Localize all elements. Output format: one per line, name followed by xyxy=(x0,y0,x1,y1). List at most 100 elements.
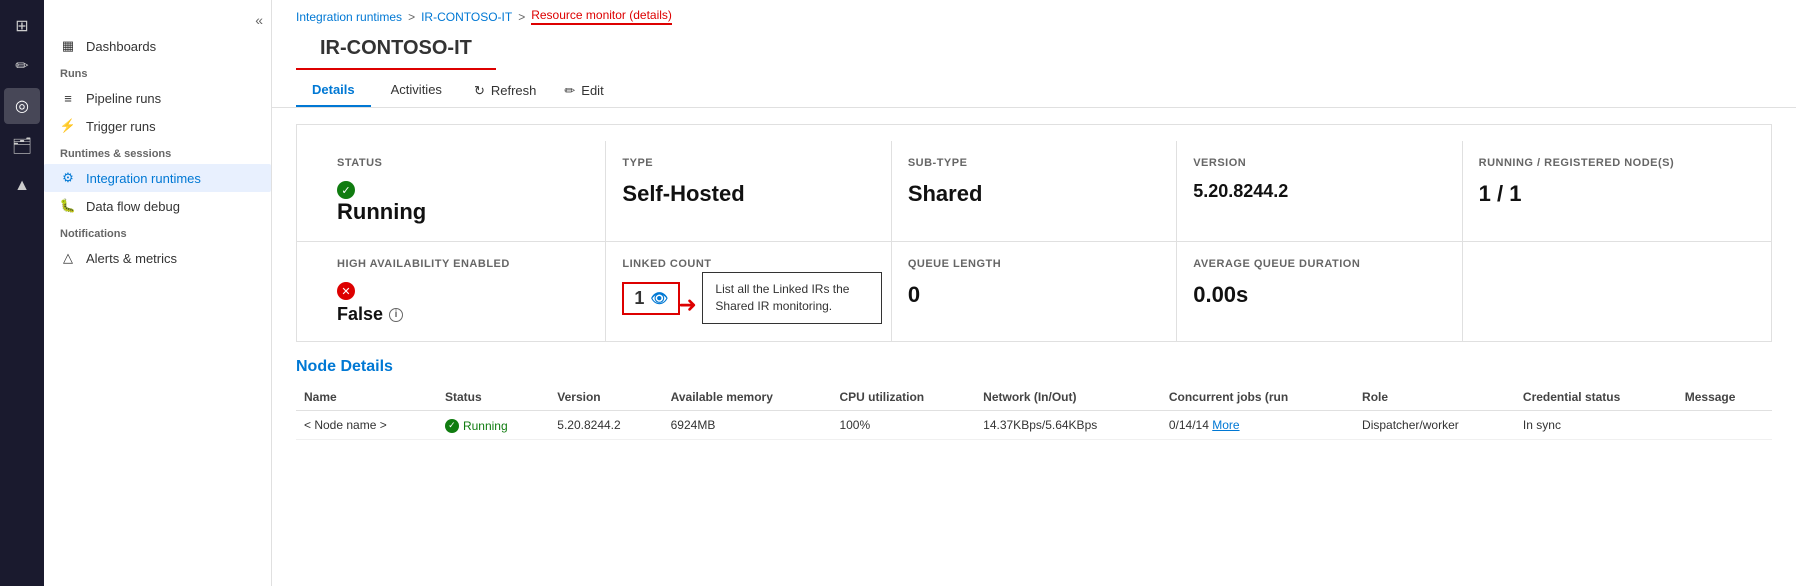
tab-activities[interactable]: Activities xyxy=(375,74,458,107)
col-status: Status xyxy=(437,384,549,411)
runs-section-label: Runs xyxy=(44,60,271,84)
cell-node-credential: In sync xyxy=(1515,411,1677,440)
trigger-runs-label: Trigger runs xyxy=(86,119,156,134)
card-running-label: RUNNING / REGISTERED NODE(S) xyxy=(1479,157,1731,169)
sidebar-item-integration-runtimes[interactable]: ⚙ Integration runtimes xyxy=(44,164,271,192)
main-content: Integration runtimes > IR-CONTOSO-IT > R… xyxy=(272,0,1796,586)
linked-count-value: 1 👁 xyxy=(622,282,680,315)
col-name: Name xyxy=(296,384,437,411)
page-title: IR-CONTOSO-IT xyxy=(296,33,496,70)
cell-node-name: < Node name > xyxy=(296,411,437,440)
dashboards-label: Dashboards xyxy=(86,39,156,54)
notifications-section-label: Notifications xyxy=(44,220,271,244)
card-version-value: 5.20.8244.2 xyxy=(1193,181,1445,202)
tabs-bar: Details Activities ↻ Refresh ✏ Edit xyxy=(272,74,1796,108)
cell-node-network: 14.37KBps/5.64KBps xyxy=(975,411,1161,440)
cards-row-2: HIGH AVAILABILITY ENABLED ✕ False i LINK… xyxy=(296,242,1772,342)
col-role: Role xyxy=(1354,384,1515,411)
data-flow-debug-label: Data flow debug xyxy=(86,199,180,214)
cell-node-concurrent: 0/14/14 More xyxy=(1161,411,1354,440)
status-check-icon: ✓ xyxy=(337,181,355,199)
card-running-registered: RUNNING / REGISTERED NODE(S) 1 / 1 xyxy=(1463,141,1747,241)
card-linked-count: LINKED COUNT 1 👁 ➜ List all the Linked I… xyxy=(606,242,891,341)
tab-details[interactable]: Details xyxy=(296,74,371,107)
card-status: STATUS ✓ Running xyxy=(321,141,606,241)
running-badge: ✓ Running xyxy=(445,419,508,433)
integration-runtimes-label: Integration runtimes xyxy=(86,171,201,186)
manage-icon[interactable]: 🗂 xyxy=(4,128,40,164)
col-network: Network (In/Out) xyxy=(975,384,1161,411)
node-details-table: Name Status Version Available memory CPU… xyxy=(296,384,1772,440)
refresh-button[interactable]: ↻ Refresh xyxy=(462,77,548,105)
card-subtype: SUB-TYPE Shared xyxy=(892,141,1177,241)
node-details-section: Node Details Name Status Version Availab… xyxy=(296,358,1772,440)
sidebar-item-pipeline-runs[interactable]: ≡ Pipeline runs xyxy=(44,84,271,112)
card-type: TYPE Self-Hosted xyxy=(606,141,891,241)
card-version-label: VERSION xyxy=(1193,157,1445,169)
col-credential: Credential status xyxy=(1515,384,1677,411)
sidebar-item-dashboards[interactable]: ▦ Dashboards xyxy=(44,32,271,60)
col-cpu: CPU utilization xyxy=(831,384,975,411)
col-version: Version xyxy=(549,384,662,411)
breadcrumb-sep2: > xyxy=(518,10,525,24)
card-ha-value: False i xyxy=(337,304,589,325)
refresh-label: Refresh xyxy=(491,83,537,98)
card-version: VERSION 5.20.8244.2 xyxy=(1177,141,1462,241)
home-icon[interactable]: ⊞ xyxy=(4,8,40,44)
card-type-value: Self-Hosted xyxy=(622,181,874,207)
breadcrumb-ir-contoso[interactable]: IR-CONTOSO-IT xyxy=(421,10,512,24)
pipeline-runs-icon: ≡ xyxy=(60,90,76,106)
card-status-value: Running xyxy=(337,199,589,225)
alerts-label: Alerts & metrics xyxy=(86,251,177,266)
running-label: Running xyxy=(463,419,508,433)
card-queue-value: 0 xyxy=(908,282,1160,308)
eye-icon[interactable]: 👁 xyxy=(650,290,668,307)
cell-node-message xyxy=(1677,411,1772,440)
sidebar-item-data-flow-debug[interactable]: 🐛 Data flow debug xyxy=(44,192,271,220)
card-avg-queue-label: AVERAGE QUEUE DURATION xyxy=(1193,258,1445,270)
edit-button[interactable]: ✏ Edit xyxy=(552,77,615,105)
breadcrumb-sep1: > xyxy=(408,10,415,24)
more-link[interactable]: More xyxy=(1212,418,1239,432)
alerts-icon: △ xyxy=(60,250,76,266)
card-avg-queue-value: 0.00s xyxy=(1193,282,1445,308)
table-row: < Node name > ✓ Running 5.20.8244.2 6924… xyxy=(296,411,1772,440)
card-subtype-value: Shared xyxy=(908,181,1160,207)
node-details-title: Node Details xyxy=(296,358,1772,376)
callout-text: List all the Linked IRs the Shared IR mo… xyxy=(715,282,849,313)
breadcrumb-current: Resource monitor (details) xyxy=(531,8,672,25)
card-queue-label: QUEUE LENGTH xyxy=(908,258,1160,270)
callout-tooltip: List all the Linked IRs the Shared IR mo… xyxy=(702,272,882,324)
card-ha-enabled: HIGH AVAILABILITY ENABLED ✕ False i xyxy=(321,242,606,341)
trigger-runs-icon: ⚡ xyxy=(60,118,76,134)
sidebar-item-alerts[interactable]: △ Alerts & metrics xyxy=(44,244,271,272)
running-check-icon: ✓ xyxy=(445,419,459,433)
collapse-sidebar-button[interactable]: « xyxy=(255,12,263,28)
deploy-icon[interactable]: ▲ xyxy=(4,168,40,204)
edit-icon[interactable]: ✏ xyxy=(4,48,40,84)
card-running-value: 1 / 1 xyxy=(1479,181,1731,207)
sidebar: « ▦ Dashboards Runs ≡ Pipeline runs ⚡ Tr… xyxy=(44,0,272,586)
breadcrumb: Integration runtimes > IR-CONTOSO-IT > R… xyxy=(272,0,1796,33)
false-info-icon[interactable]: i xyxy=(389,308,403,322)
cards-row-1: STATUS ✓ Running TYPE Self-Hosted SUB-TY… xyxy=(296,124,1772,242)
dashboards-icon: ▦ xyxy=(60,38,76,54)
integration-runtimes-icon: ⚙ xyxy=(60,170,76,186)
cell-node-cpu: 100% xyxy=(831,411,975,440)
runtimes-section-label: Runtimes & sessions xyxy=(44,140,271,164)
breadcrumb-integration-runtimes[interactable]: Integration runtimes xyxy=(296,10,402,24)
callout-arrow: ➜ xyxy=(678,292,696,318)
card-linked-label: LINKED COUNT xyxy=(622,258,874,270)
edit-pencil-icon: ✏ xyxy=(564,83,575,99)
monitor-icon[interactable]: ◎ xyxy=(4,88,40,124)
data-flow-debug-icon: 🐛 xyxy=(60,198,76,214)
col-memory: Available memory xyxy=(663,384,832,411)
cell-node-version: 5.20.8244.2 xyxy=(549,411,662,440)
cell-node-role: Dispatcher/worker xyxy=(1354,411,1515,440)
card-avg-queue-duration: AVERAGE QUEUE DURATION 0.00s xyxy=(1177,242,1462,341)
cell-node-status: ✓ Running xyxy=(437,411,549,440)
card-queue-length: QUEUE LENGTH 0 xyxy=(892,242,1177,341)
sidebar-item-trigger-runs[interactable]: ⚡ Trigger runs xyxy=(44,112,271,140)
icon-bar: ⊞ ✏ ◎ 🗂 ▲ xyxy=(0,0,44,586)
card-status-label: STATUS xyxy=(337,157,589,169)
